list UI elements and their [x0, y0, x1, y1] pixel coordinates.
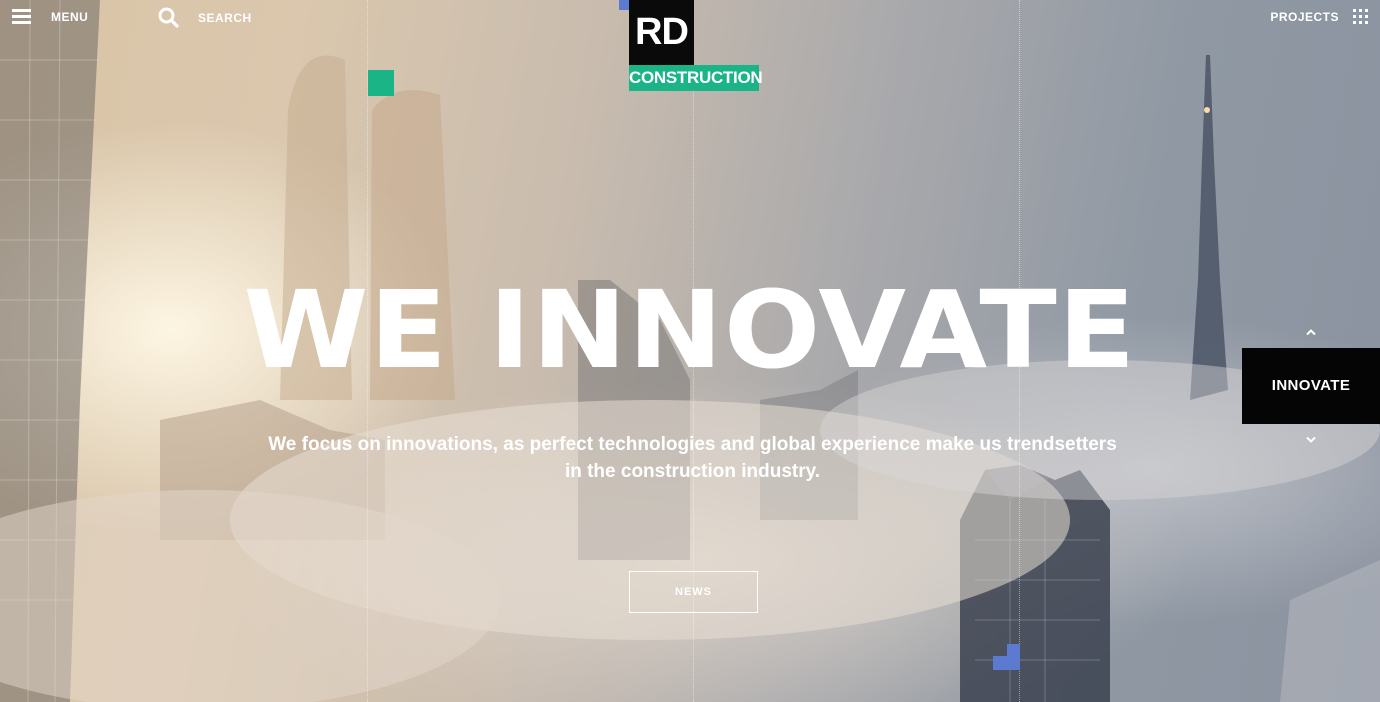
search-label: SEARCH — [198, 11, 252, 25]
chevron-down-icon — [1306, 436, 1316, 443]
search-icon — [158, 7, 179, 28]
decorative-square — [368, 70, 394, 96]
grid-icon — [1353, 9, 1368, 24]
logo-mark: RD — [629, 0, 694, 65]
menu-label: MENU — [51, 9, 89, 24]
hero-description: We focus on innovations, as perfect tech… — [190, 431, 1195, 485]
slide-navigation: INNOVATE — [1242, 320, 1380, 452]
news-button[interactable]: NEWS — [629, 571, 758, 613]
slide-prev-button[interactable] — [1242, 320, 1380, 344]
projects-label: PROJECTS — [1270, 9, 1339, 24]
logo-subtitle: CONSTRUCTION — [629, 65, 763, 91]
search-button[interactable]: SEARCH — [158, 7, 252, 28]
chevron-up-icon — [1306, 329, 1316, 336]
projects-button[interactable]: PROJECTS — [1270, 9, 1368, 24]
hero-title: WE INNOVATE — [243, 269, 1137, 393]
brand-logo[interactable]: RD CONSTRUCTION — [629, 0, 763, 91]
hero-description-line: We focus on innovations, as perfect tech… — [268, 434, 1117, 455]
menu-icon — [12, 9, 31, 24]
menu-button[interactable]: MENU — [12, 9, 88, 24]
hero-description-line: in the construction industry. — [564, 461, 821, 482]
decorative-square — [993, 644, 1020, 670]
current-slide-label[interactable]: INNOVATE — [1242, 348, 1380, 424]
slide-next-button[interactable] — [1242, 428, 1380, 452]
